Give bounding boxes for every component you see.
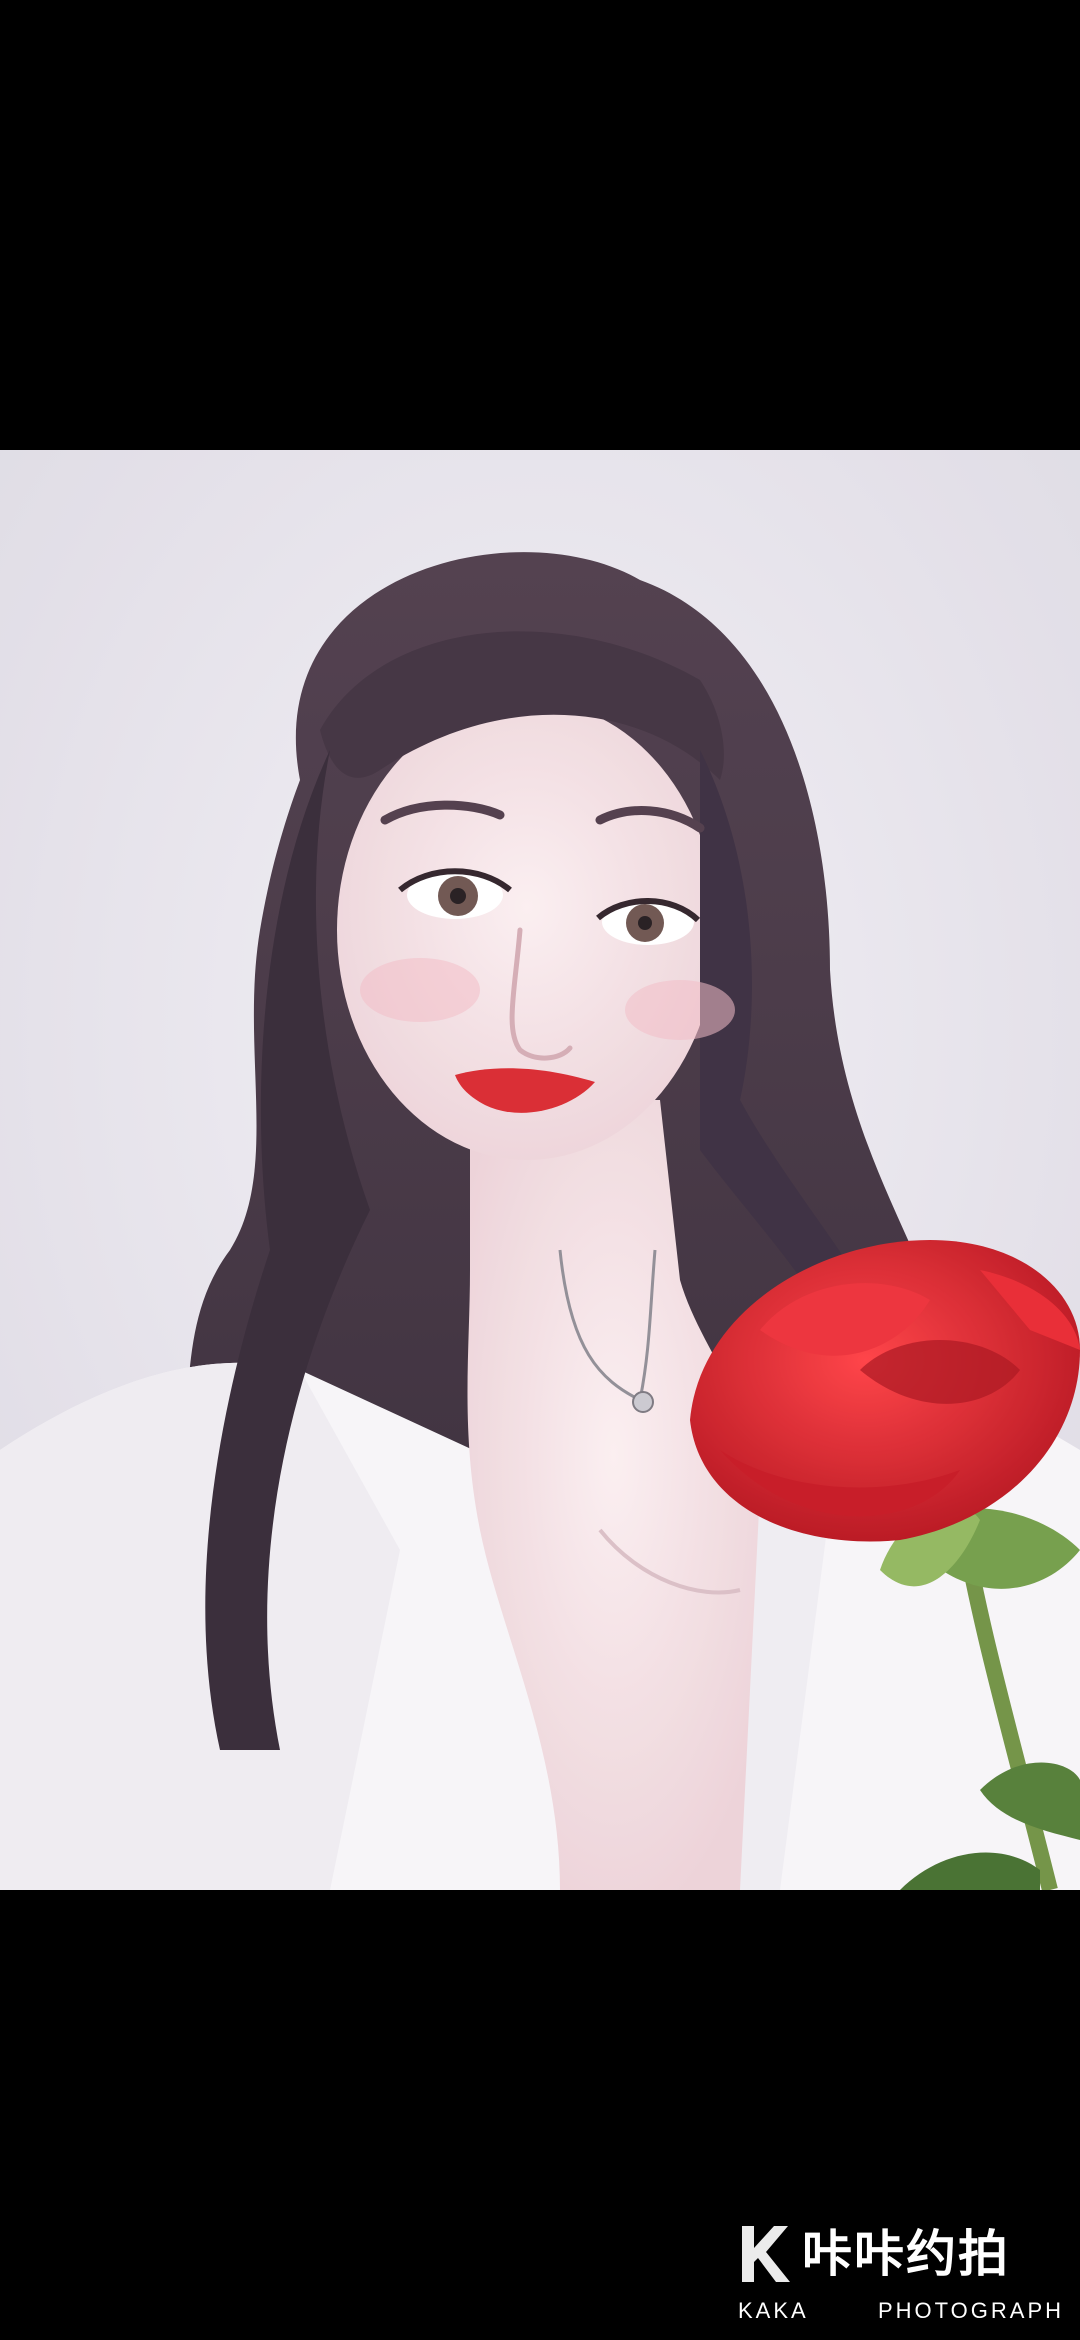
watermark-subtitle: KAKA PHOTOGRAPH xyxy=(738,2298,1064,2324)
k-logo-icon xyxy=(742,2226,790,2282)
watermark-sub-left: KAKA xyxy=(738,2298,809,2323)
watermark-sub-right: PHOTOGRAPH xyxy=(877,2298,1064,2323)
watermark: 咔咔约拍 KAKA PHOTOGRAPH xyxy=(736,2218,1066,2328)
portrait-image xyxy=(0,450,1080,1890)
watermark-brand: 咔咔约拍 xyxy=(802,2225,1010,2283)
image-viewer: 咔咔约拍 KAKA PHOTOGRAPH xyxy=(0,0,1080,2340)
photo[interactable] xyxy=(0,450,1080,1890)
